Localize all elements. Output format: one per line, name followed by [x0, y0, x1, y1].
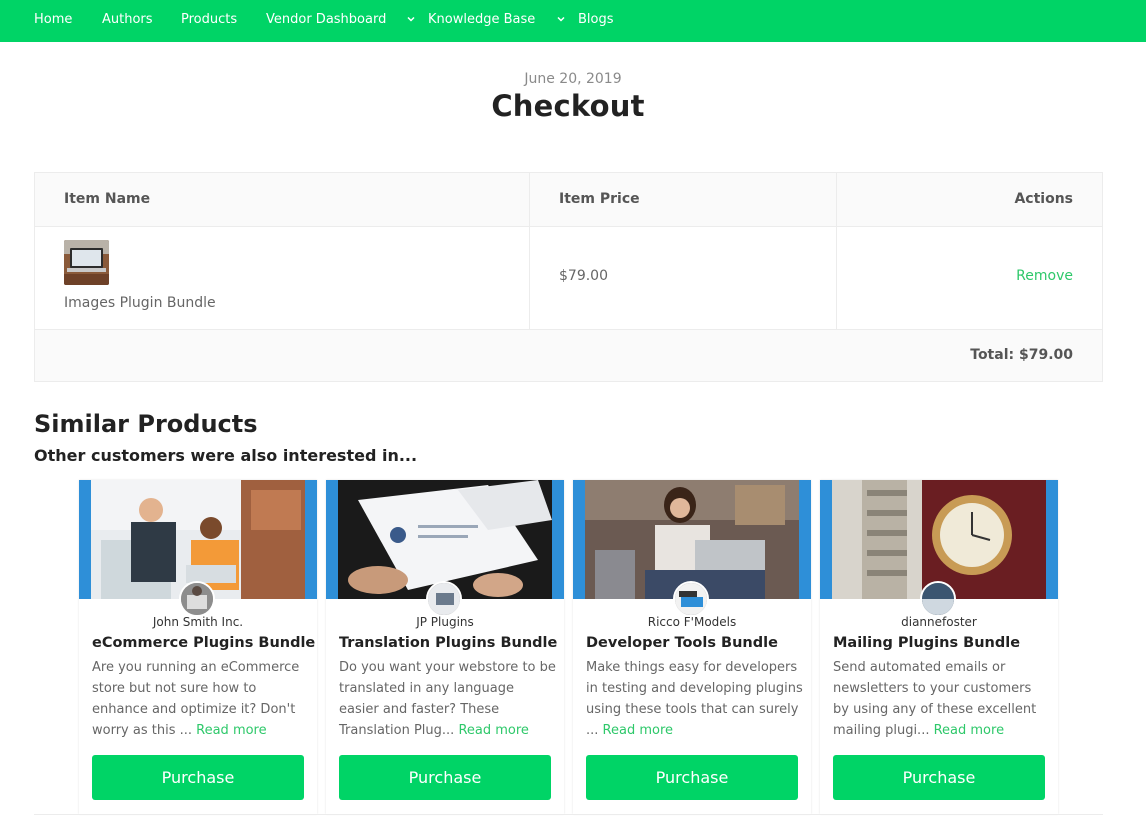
product-title[interactable]: eCommerce Plugins Bundle	[92, 635, 315, 651]
header-item-name: Item Name	[64, 191, 151, 207]
author-name[interactable]: JP Plugins	[326, 615, 564, 629]
read-more-link[interactable]: Read more	[196, 723, 266, 738]
author-avatar[interactable]	[920, 581, 956, 617]
purchase-button[interactable]: Purchase	[339, 755, 551, 800]
table-row: Images Plugin Bundle $79.00 Remove	[35, 227, 1102, 330]
purchase-button[interactable]: Purchase	[586, 755, 798, 800]
top-navigation: Home Authors Products Vendor Dashboard K…	[0, 0, 1146, 42]
chevron-down-icon[interactable]	[407, 15, 415, 23]
author-name[interactable]: John Smith Inc.	[79, 615, 317, 629]
product-description: Are you running an eCommerce store but n…	[92, 657, 310, 741]
page-date: June 20, 2019	[524, 71, 622, 87]
purchase-button[interactable]: Purchase	[92, 755, 304, 800]
nav-vendor-dashboard[interactable]: Vendor Dashboard	[266, 0, 386, 42]
total-row: Total: $79.00	[35, 330, 1102, 381]
footer-divider	[34, 814, 1103, 824]
page-title: Checkout	[491, 89, 645, 123]
chevron-down-icon[interactable]	[557, 15, 565, 23]
purchase-button[interactable]: Purchase	[833, 755, 1045, 800]
read-more-link[interactable]: Read more	[603, 723, 673, 738]
product-description: Make things easy for developers in testi…	[586, 657, 804, 741]
read-more-link[interactable]: Read more	[934, 723, 1004, 738]
similar-products-subtitle: Other customers were also interested in.…	[34, 446, 418, 465]
author-name[interactable]: diannefoster	[820, 615, 1058, 629]
header-item-price: Item Price	[559, 191, 640, 207]
product-thumbnail	[64, 240, 109, 285]
similar-products-heading: Similar Products	[34, 410, 258, 438]
header-actions: Actions	[1014, 191, 1073, 207]
item-price: $79.00	[559, 268, 608, 284]
product-title[interactable]: Developer Tools Bundle	[586, 635, 778, 651]
item-name: Images Plugin Bundle	[64, 295, 216, 311]
remove-link[interactable]: Remove	[1016, 268, 1073, 284]
author-name[interactable]: Ricco F'Models	[573, 615, 811, 629]
product-card: diannefoster Mailing Plugins Bundle Send…	[820, 480, 1058, 814]
product-title[interactable]: Mailing Plugins Bundle	[833, 635, 1020, 651]
nav-products[interactable]: Products	[181, 0, 237, 42]
nav-home[interactable]: Home	[34, 0, 72, 42]
cart-total: Total: $79.00	[970, 347, 1073, 363]
read-more-link[interactable]: Read more	[458, 723, 528, 738]
cart-table: Item Name Item Price Actions Images Plug…	[34, 172, 1103, 382]
nav-authors[interactable]: Authors	[102, 0, 153, 42]
product-title[interactable]: Translation Plugins Bundle	[339, 635, 557, 651]
product-card: Ricco F'Models Developer Tools Bundle Ma…	[573, 480, 811, 814]
product-description: Do you want your webstore to be translat…	[339, 657, 557, 741]
author-avatar[interactable]	[426, 581, 462, 617]
author-avatar[interactable]	[179, 581, 215, 617]
product-card: John Smith Inc. eCommerce Plugins Bundle…	[79, 480, 317, 814]
nav-knowledge-base[interactable]: Knowledge Base	[428, 0, 535, 42]
product-description: Send automated emails or newsletters to …	[833, 657, 1051, 741]
nav-blogs[interactable]: Blogs	[578, 0, 614, 42]
cart-table-header: Item Name Item Price Actions	[35, 173, 1102, 227]
product-card: JP Plugins Translation Plugins Bundle Do…	[326, 480, 564, 814]
author-avatar[interactable]	[673, 581, 709, 617]
